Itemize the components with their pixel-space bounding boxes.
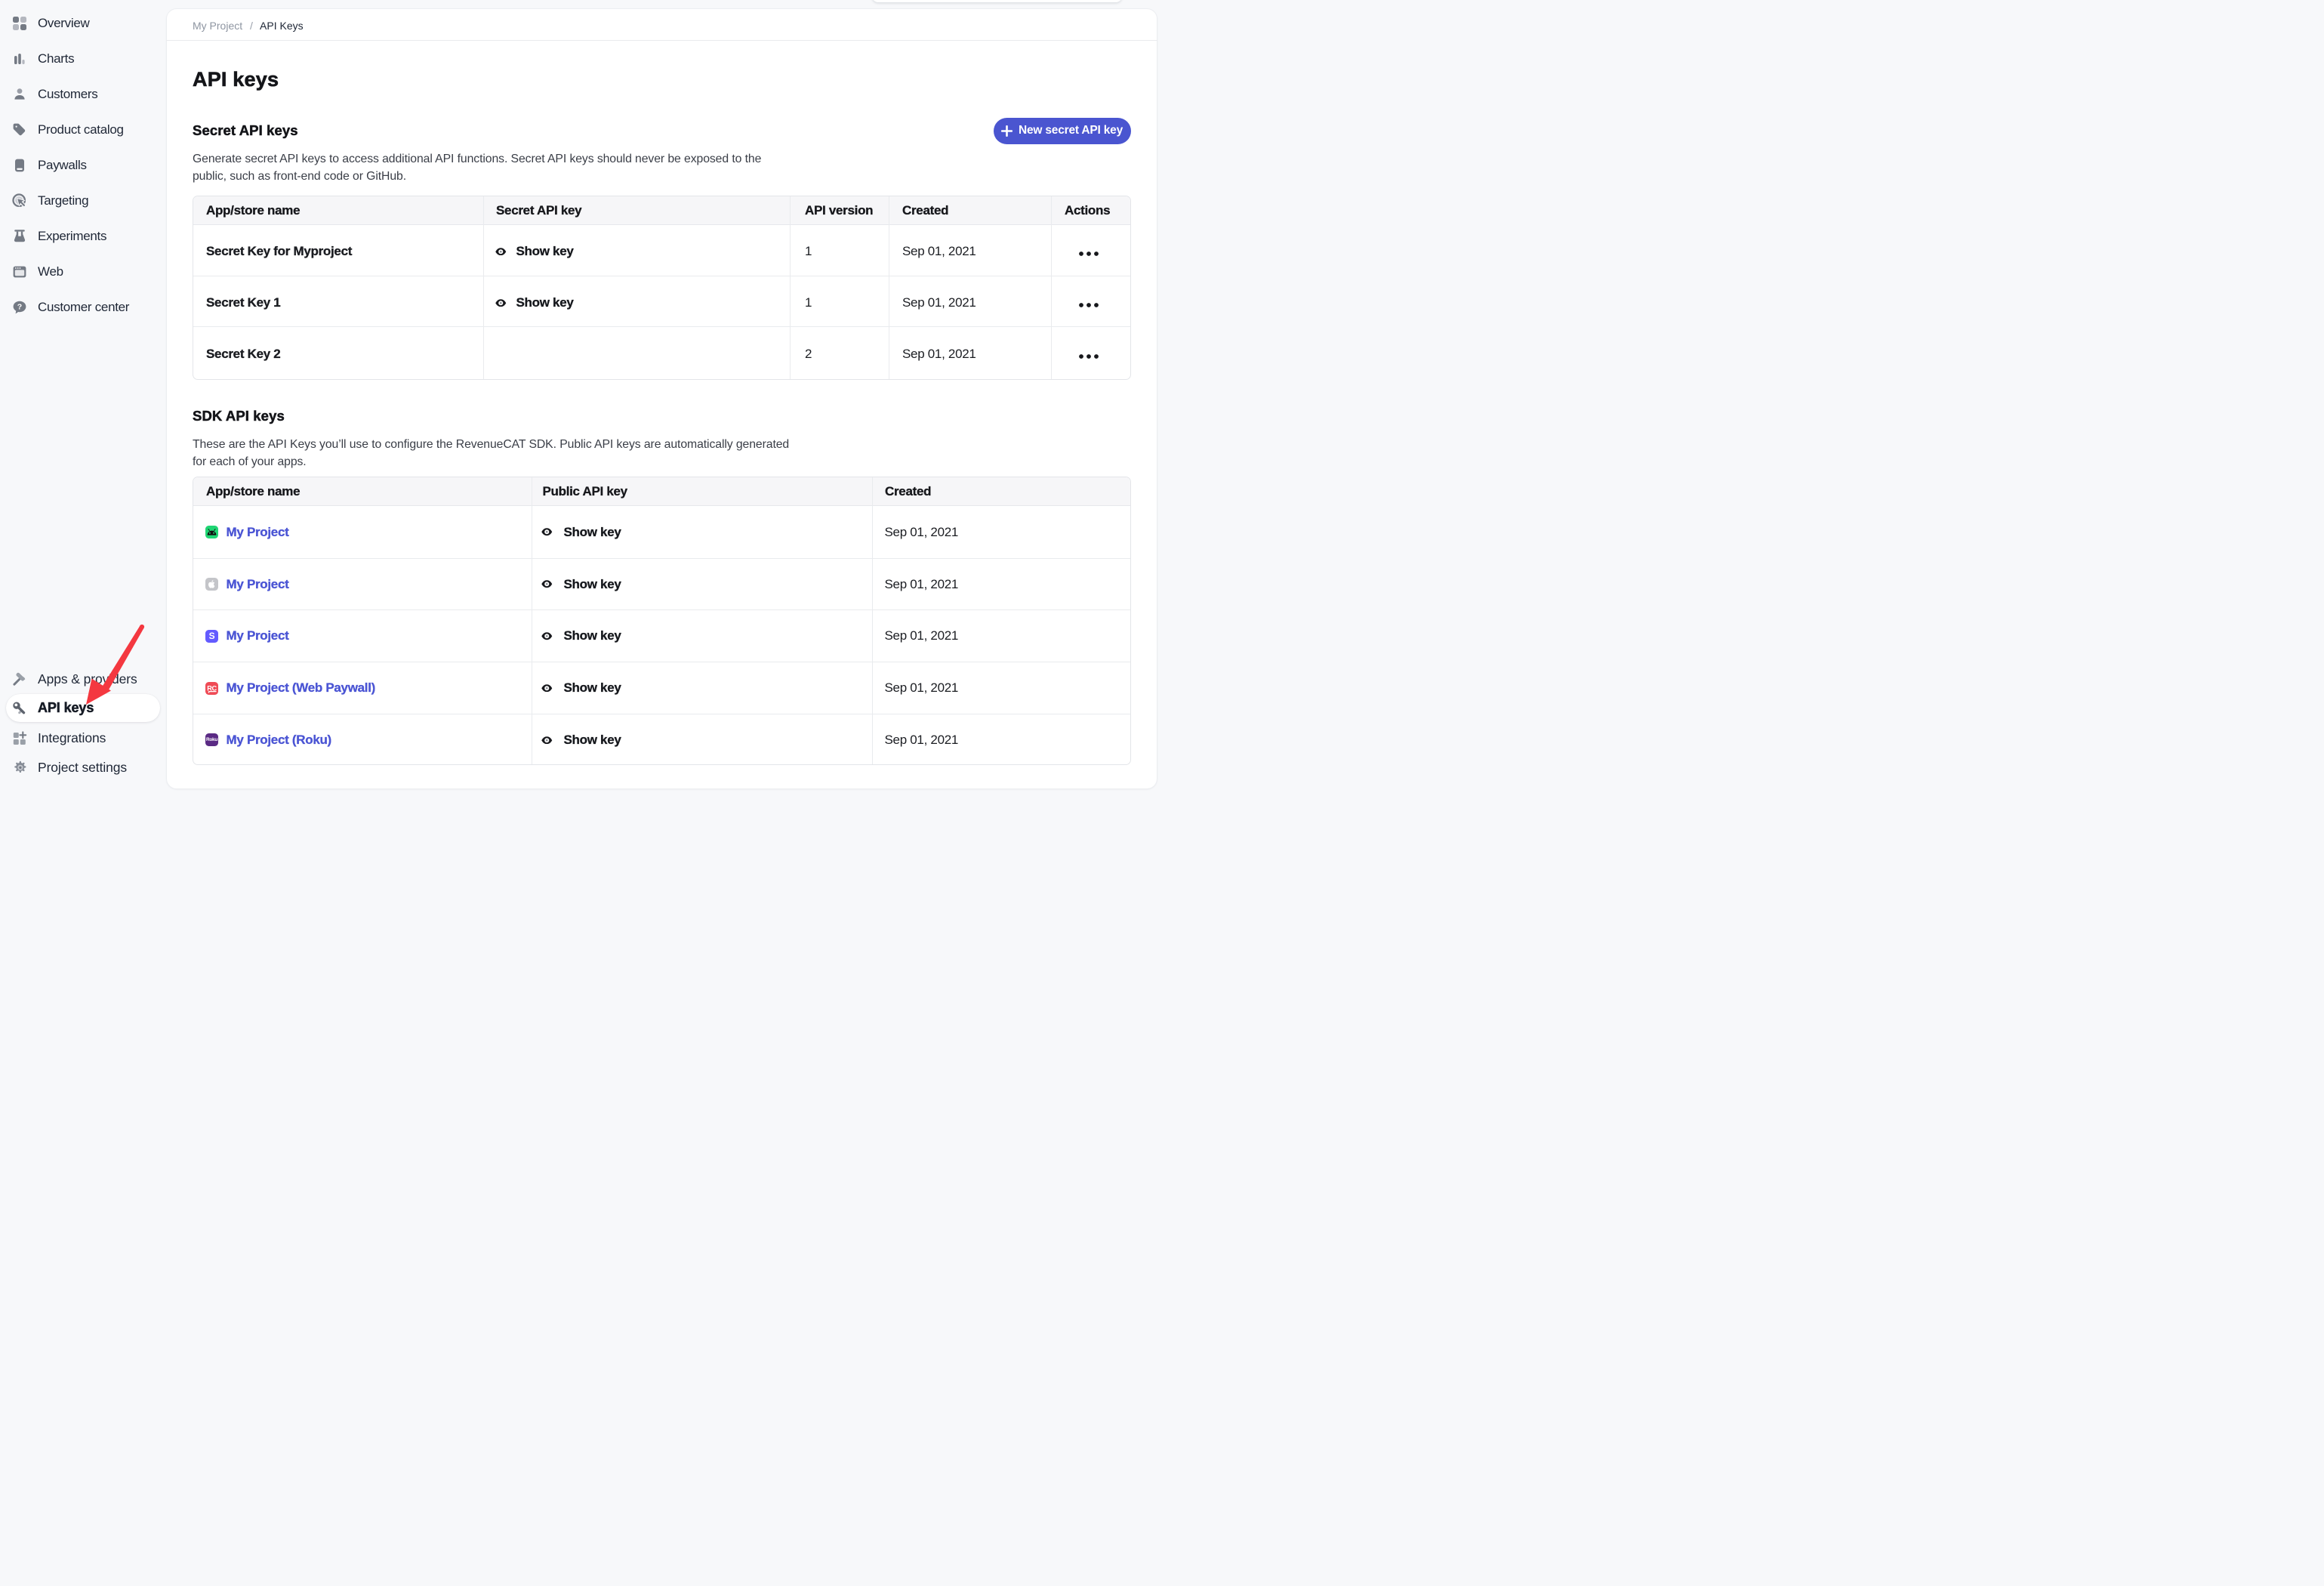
- svg-text:?: ?: [17, 303, 22, 312]
